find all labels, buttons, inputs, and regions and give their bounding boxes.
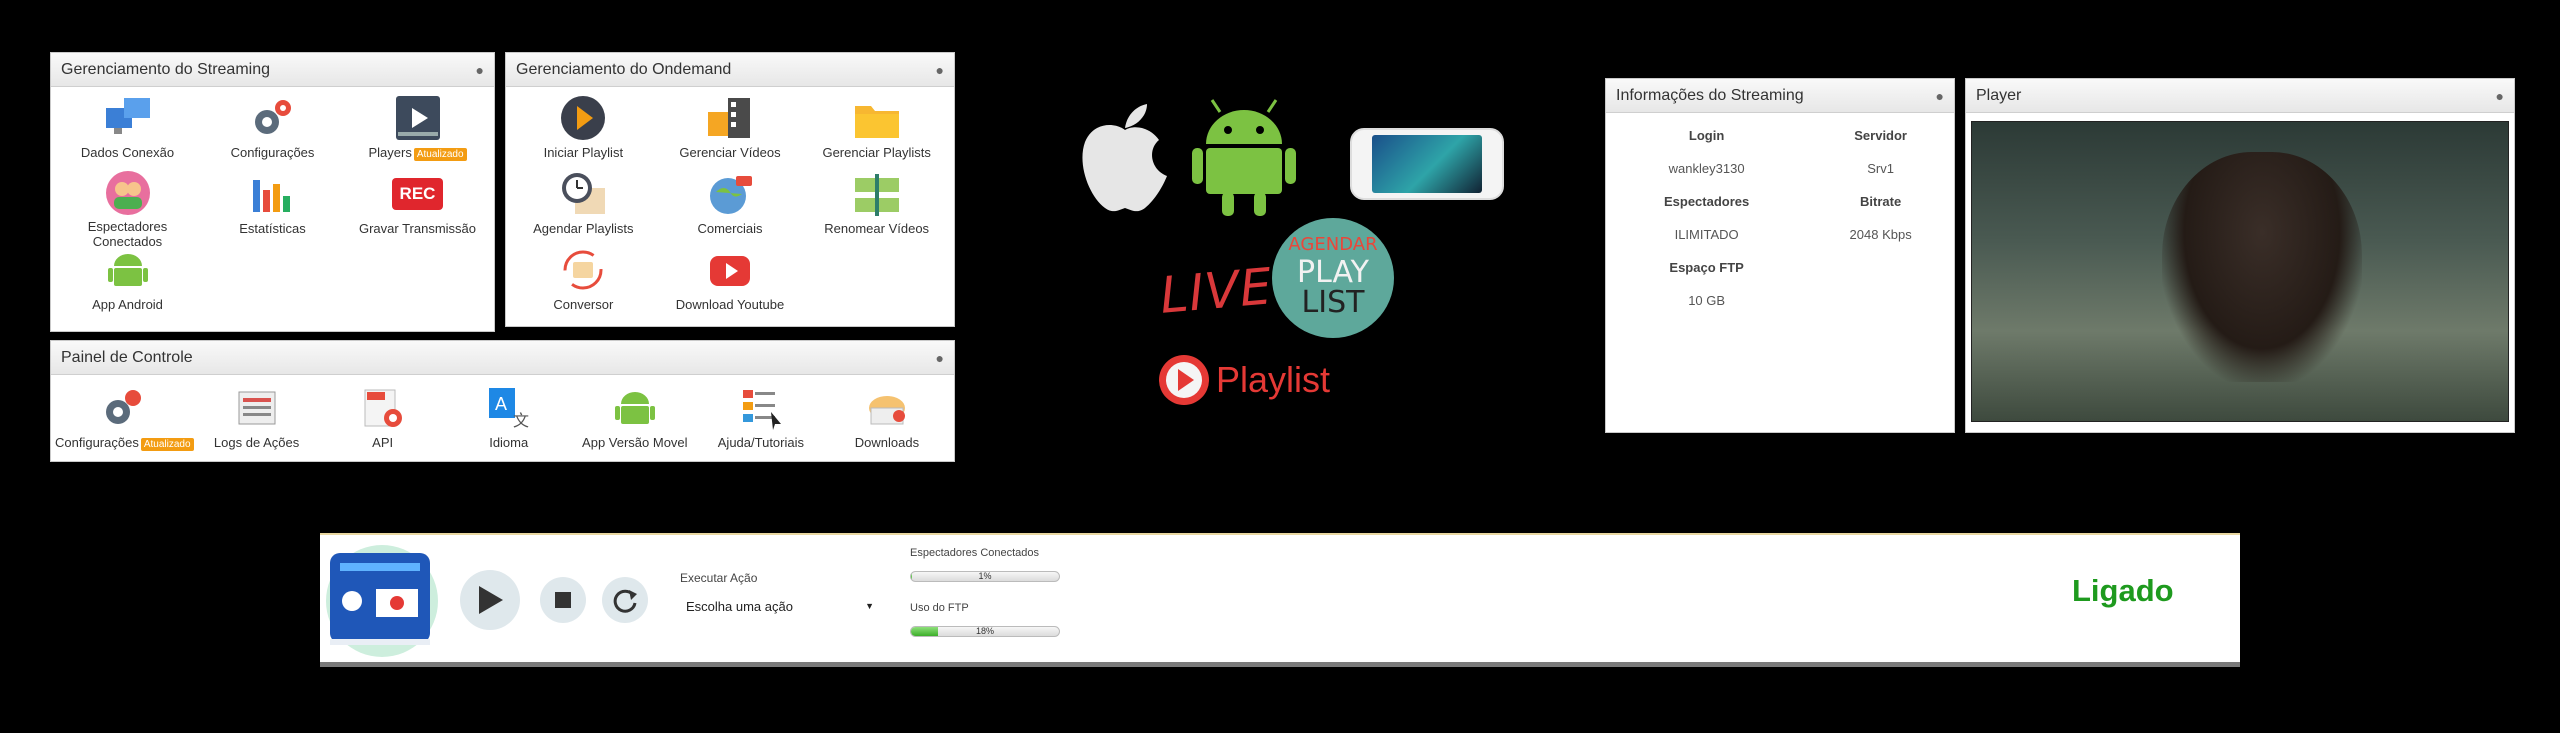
help-icon — [734, 383, 788, 433]
stop-icon — [555, 592, 571, 608]
monitors-icon — [101, 93, 155, 143]
folder-icon — [850, 93, 904, 143]
viewers-progress: 1% — [910, 571, 1060, 582]
estatisticas-item[interactable]: Estatísticas — [200, 169, 345, 245]
dados-conexao-item[interactable]: Dados Conexão — [55, 93, 200, 169]
control-bar: Executar Ação Escolha uma ação ▼ Especta… — [320, 533, 2240, 667]
gears-icon — [246, 93, 300, 143]
android-icon — [101, 245, 155, 295]
globe-icon — [703, 169, 757, 219]
cloud-download-icon — [860, 383, 914, 433]
idioma-item[interactable]: A文 Idioma — [446, 383, 572, 459]
player-panel-header: Player ● — [1966, 79, 2514, 113]
video-figure — [2162, 152, 2362, 382]
downloads-item[interactable]: Downloads — [824, 383, 950, 459]
svg-text:文: 文 — [513, 412, 529, 430]
viewers-icon — [101, 169, 155, 217]
comerciais-item[interactable]: Comerciais — [657, 169, 804, 245]
iniciar-playlist-item[interactable]: Iniciar Playlist — [510, 93, 657, 169]
bitrate-value: 2048 Kbps — [1849, 227, 1912, 242]
app-android-item[interactable]: App Android — [55, 245, 200, 321]
streaming-info-panel: Informações do Streaming ● Login Servidor… — [1605, 78, 1955, 433]
collapse-icon[interactable]: ● — [1936, 88, 1944, 104]
action-select[interactable]: Escolha uma ação ▼ — [680, 593, 880, 619]
play-hand-icon — [556, 93, 610, 143]
conversor-item[interactable]: Conversor — [510, 245, 657, 321]
streaming-panel: Gerenciamento do Streaming ● Dados Conex… — [50, 52, 495, 332]
app-versao-movel-item[interactable]: App Versão Movel — [572, 383, 698, 459]
bar-chart-icon — [246, 169, 300, 219]
ftp-progress: 18% — [910, 626, 1060, 637]
phone-mockup — [1350, 128, 1504, 200]
servidor-value: Srv1 — [1867, 161, 1894, 176]
login-value: wankley3130 — [1668, 161, 1745, 176]
youtube-icon — [703, 245, 757, 295]
convert-icon — [556, 245, 610, 295]
renomear-videos-item[interactable]: Renomear Vídeos — [803, 169, 950, 245]
play-button[interactable] — [460, 570, 520, 630]
gerenciar-videos-item[interactable]: Gerenciar Vídeos — [657, 93, 804, 169]
clock-calendar-icon — [556, 169, 610, 219]
video-player-icon — [391, 93, 445, 143]
android-logo — [1192, 98, 1296, 223]
player-panel: Player ● — [1965, 78, 2515, 433]
rename-icon — [850, 169, 904, 219]
collapse-icon[interactable]: ● — [2496, 88, 2504, 104]
translate-icon: A文 — [482, 383, 536, 433]
gerenciar-playlists-item[interactable]: Gerenciar Playlists — [803, 93, 950, 169]
control-panel: Painel de Controle ● Configurações Atuali… — [50, 340, 955, 462]
agendar-playlist-badge: AGENDAR PLAY LIST — [1272, 218, 1394, 338]
streaming-panel-title: Gerenciamento do Streaming — [61, 60, 270, 78]
film-folder-icon — [703, 93, 757, 143]
dashboard-illustration — [324, 539, 444, 659]
logs-icon — [230, 383, 284, 433]
ajuda-item[interactable]: Ajuda/Tutoriais — [698, 383, 824, 459]
api-icon — [356, 383, 410, 433]
espectadores-value: ILIMITADO — [1674, 227, 1739, 242]
players-item[interactable]: Players Atualizado — [345, 93, 490, 169]
ondemand-panel-title: Gerenciamento do Ondemand — [516, 60, 732, 78]
configuracoes-item[interactable]: Configurações — [200, 93, 345, 169]
restart-button[interactable] — [602, 577, 648, 623]
svg-text:A: A — [495, 394, 507, 414]
viewers-label: Espectadores Conectados — [910, 547, 1040, 559]
stop-button[interactable] — [540, 577, 586, 623]
control-bar-bottom — [320, 662, 2240, 667]
agendar-playlists-item[interactable]: Agendar Playlists — [510, 169, 657, 245]
streaming-panel-header: Gerenciamento do Streaming ● — [51, 53, 494, 87]
espectadores-item[interactable]: Espectadores Conectados — [55, 169, 200, 249]
ftp-usage-label: Uso do FTP — [910, 602, 969, 614]
video-player[interactable] — [1971, 121, 2509, 422]
status-text: Ligado — [2072, 573, 2174, 608]
live-text: LIVE — [1157, 257, 1275, 325]
updated-badge: Atualizado — [413, 148, 467, 161]
control-panel-header: Painel de Controle ● — [51, 341, 954, 375]
download-youtube-item[interactable]: Download Youtube — [657, 245, 804, 321]
ondemand-panel-header: Gerenciamento do Ondemand ● — [506, 53, 954, 87]
player-panel-title: Player — [1976, 86, 2022, 104]
gears-icon — [97, 383, 151, 433]
collapse-icon[interactable]: ● — [936, 350, 944, 366]
collapse-icon[interactable]: ● — [936, 62, 944, 78]
ondemand-panel: Gerenciamento do Ondemand ● Iniciar Play… — [505, 52, 955, 327]
collapse-icon[interactable]: ● — [476, 62, 484, 78]
gravar-item[interactable]: REC Gravar Transmissão — [345, 169, 490, 245]
info-panel-title: Informações do Streaming — [1616, 86, 1804, 104]
apple-logo — [1075, 100, 1175, 221]
info-panel-header: Informações do Streaming ● — [1606, 79, 1954, 113]
chevron-down-icon: ▼ — [865, 601, 874, 611]
android-icon — [608, 383, 662, 433]
play-circle-icon — [1159, 355, 1209, 405]
refresh-icon — [613, 589, 637, 613]
rec-icon: REC — [391, 169, 445, 219]
logs-item[interactable]: Logs de Ações — [194, 383, 320, 459]
painel-configuracoes-item[interactable]: Configurações Atualizado — [55, 383, 194, 459]
api-item[interactable]: API — [320, 383, 446, 459]
control-panel-title: Painel de Controle — [61, 348, 193, 366]
play-icon — [479, 586, 503, 614]
playlist-logo: Playlist — [1158, 354, 1330, 406]
updated-badge: Atualizado — [140, 438, 194, 451]
action-label: Executar Ação — [680, 571, 758, 585]
ftp-value: 10 GB — [1688, 293, 1726, 308]
